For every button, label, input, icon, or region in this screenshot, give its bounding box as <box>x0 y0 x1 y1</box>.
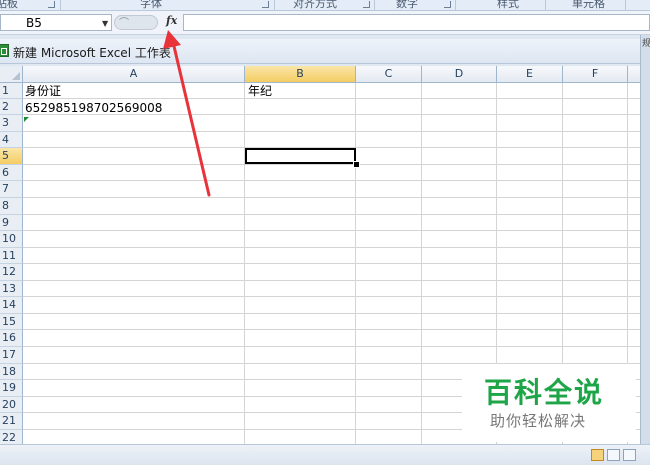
row-header-9[interactable]: 9 <box>0 215 23 231</box>
status-bar <box>0 444 650 465</box>
row-header-16[interactable]: 16 <box>0 330 23 347</box>
row-header-7[interactable]: 7 <box>0 181 23 198</box>
workbook-titlebar: 新建 Microsoft Excel 工作表 <box>0 39 640 64</box>
name-box-value: B5 <box>26 16 42 30</box>
active-cell-b5[interactable] <box>245 148 356 164</box>
ribbon-group-clipboard: 贴板 <box>0 0 18 10</box>
cell-b1[interactable]: 年纪 <box>248 83 272 99</box>
formula-bar: B5 ▼ ⌒ fx <box>0 11 650 35</box>
row-header-12[interactable]: 12 <box>0 264 23 281</box>
column-header-a[interactable]: A <box>23 66 245 83</box>
view-page-layout-icon[interactable] <box>607 449 620 461</box>
formula-input[interactable] <box>183 14 650 31</box>
right-edge-label: 规 <box>642 39 650 49</box>
row-header-11[interactable]: 11 <box>0 248 23 264</box>
excel-doc-icon <box>0 44 9 57</box>
row-header-3[interactable]: 3 <box>0 115 23 132</box>
column-header-c[interactable]: C <box>356 66 422 83</box>
row-header-5[interactable]: 5 <box>0 148 23 165</box>
column-header-d[interactable]: D <box>422 66 497 83</box>
name-box[interactable]: B5 ▼ <box>0 14 112 31</box>
ribbon-group-cells: 单元格 <box>572 0 605 10</box>
fill-handle[interactable] <box>353 161 360 168</box>
ribbon-group-number: 数字 <box>396 0 418 10</box>
row-header-21[interactable]: 21 <box>0 413 23 430</box>
column-header-b[interactable]: B <box>245 66 356 83</box>
row-header-19[interactable]: 19 <box>0 380 23 397</box>
formula-buttons: ⌒ fx <box>114 14 182 31</box>
watermark-logo: 百科全说 助你轻松解决 <box>462 364 636 442</box>
formula-pill-icon[interactable]: ⌒ <box>114 15 158 30</box>
dropdown-arrow-icon[interactable]: ▼ <box>102 19 108 28</box>
row-header-18[interactable]: 18 <box>0 364 23 380</box>
row-header-20[interactable]: 20 <box>0 397 23 413</box>
row-header-6[interactable]: 6 <box>0 165 23 181</box>
right-pane-edge: 规 <box>640 35 650 464</box>
column-header-e[interactable]: E <box>497 66 563 83</box>
font-launcher-icon[interactable] <box>262 1 269 8</box>
row-header-8[interactable]: 8 <box>0 198 23 215</box>
ribbon-group-font: 字体 <box>140 0 162 10</box>
row-header-10[interactable]: 10 <box>0 231 23 248</box>
row-header-2[interactable]: 2 <box>0 99 23 115</box>
error-indicator-icon <box>24 117 29 122</box>
cell-a1[interactable]: 身份证 <box>25 83 61 99</box>
view-normal-icon[interactable] <box>591 449 604 461</box>
row-header-17[interactable]: 17 <box>0 347 23 364</box>
clipboard-launcher-icon[interactable] <box>48 1 55 8</box>
cell-a2[interactable]: 652985198702569008 <box>25 100 162 116</box>
column-header-f[interactable]: F <box>563 66 628 83</box>
ribbon-group-labels: 贴板 字体 对齐方式 数字 样式 单元格 <box>0 0 650 11</box>
row-header-22[interactable]: 22 <box>0 430 23 444</box>
fx-icon[interactable]: fx <box>166 14 177 27</box>
ribbon-group-alignment: 对齐方式 <box>293 0 337 10</box>
row-header-13[interactable]: 13 <box>0 281 23 297</box>
column-header-g[interactable] <box>628 66 640 83</box>
watermark-main-text: 百科全说 <box>484 376 605 409</box>
row-header-15[interactable]: 15 <box>0 314 23 330</box>
ribbon-group-styles: 样式 <box>497 0 519 10</box>
workbook-title: 新建 Microsoft Excel 工作表 <box>13 46 171 60</box>
select-all-corner[interactable] <box>0 66 23 83</box>
watermark-sub-text: 助你轻松解决 <box>490 412 587 430</box>
row-header-4[interactable]: 4 <box>0 132 23 148</box>
alignment-launcher-icon[interactable] <box>363 1 370 8</box>
row-header-1[interactable]: 1 <box>0 83 23 99</box>
view-page-break-icon[interactable] <box>623 449 636 461</box>
row-header-14[interactable]: 14 <box>0 297 23 314</box>
number-launcher-icon[interactable] <box>444 1 451 8</box>
